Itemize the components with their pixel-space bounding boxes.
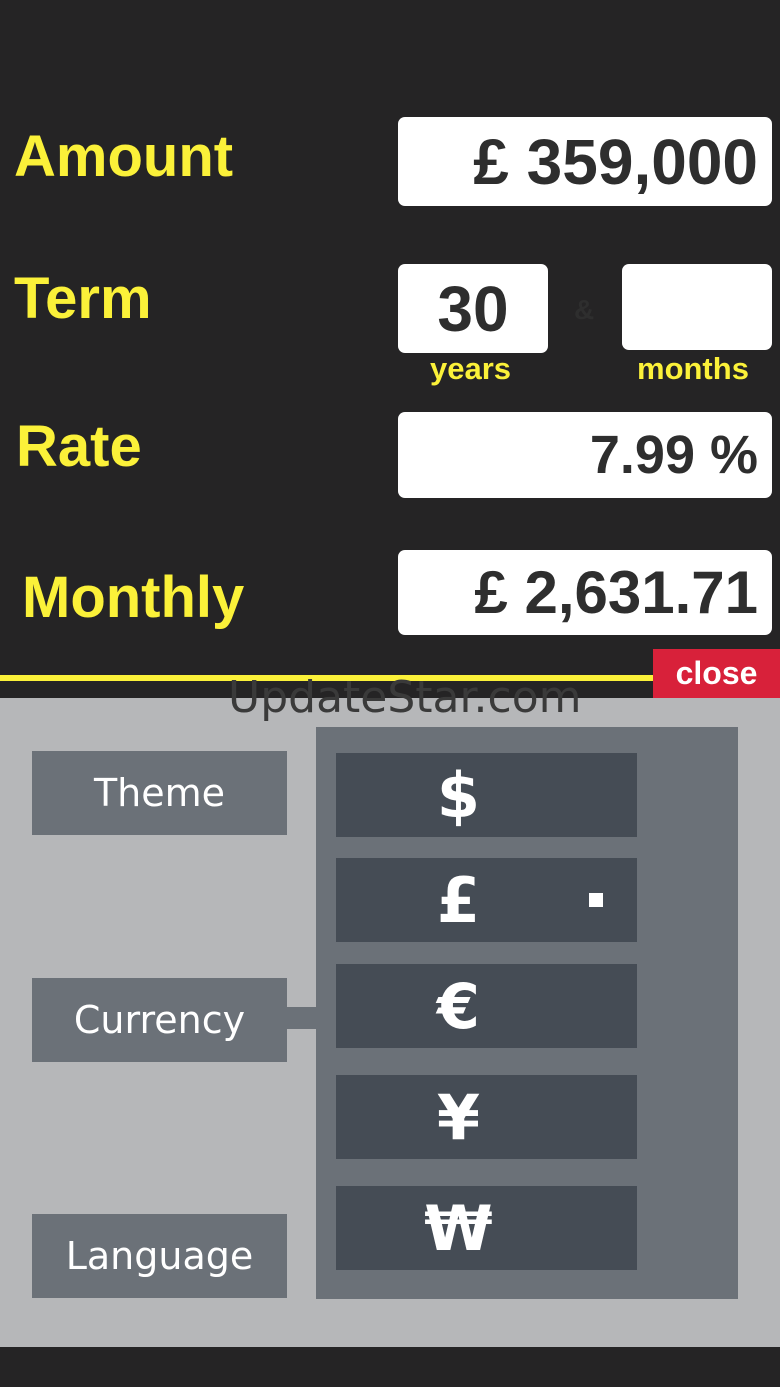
- rate-label: Rate: [16, 414, 142, 479]
- amount-field[interactable]: £ 359,000: [398, 117, 772, 206]
- currency-option-yen[interactable]: ¥: [336, 1075, 637, 1159]
- theme-button[interactable]: Theme: [32, 751, 287, 835]
- currency-option-dollar[interactable]: $: [336, 753, 637, 837]
- close-button[interactable]: close: [653, 649, 780, 698]
- selected-indicator: [589, 893, 603, 907]
- term-label: Term: [14, 266, 152, 331]
- term-months-field[interactable]: [622, 264, 772, 350]
- watermark-text: UpdateStar.com: [228, 672, 582, 723]
- monthly-label: Monthly: [22, 565, 245, 630]
- language-button[interactable]: Language: [32, 1214, 287, 1298]
- currency-button[interactable]: Currency: [32, 978, 287, 1062]
- yen-sign: ¥: [436, 1080, 481, 1154]
- amount-label: Amount: [14, 124, 234, 189]
- calculator-panel: Amount £ 359,000 Term 30 & years months …: [0, 0, 780, 676]
- years-caption: years: [430, 351, 512, 386]
- rate-field[interactable]: 7.99 %: [398, 412, 772, 498]
- currency-option-won[interactable]: ₩: [336, 1186, 637, 1270]
- monthly-payment-field: £ 2,631.71: [398, 550, 772, 635]
- currency-connector: [287, 1007, 317, 1029]
- won-sign: ₩: [424, 1191, 493, 1265]
- pound-sign: £: [436, 863, 481, 937]
- dollar-sign: $: [436, 758, 481, 832]
- term-years-field[interactable]: 30: [398, 264, 548, 353]
- months-caption: months: [637, 351, 749, 386]
- euro-sign: €: [436, 969, 481, 1043]
- bottom-bar: [0, 1347, 780, 1387]
- term-separator: &: [574, 294, 595, 325]
- currency-option-euro[interactable]: €: [336, 964, 637, 1048]
